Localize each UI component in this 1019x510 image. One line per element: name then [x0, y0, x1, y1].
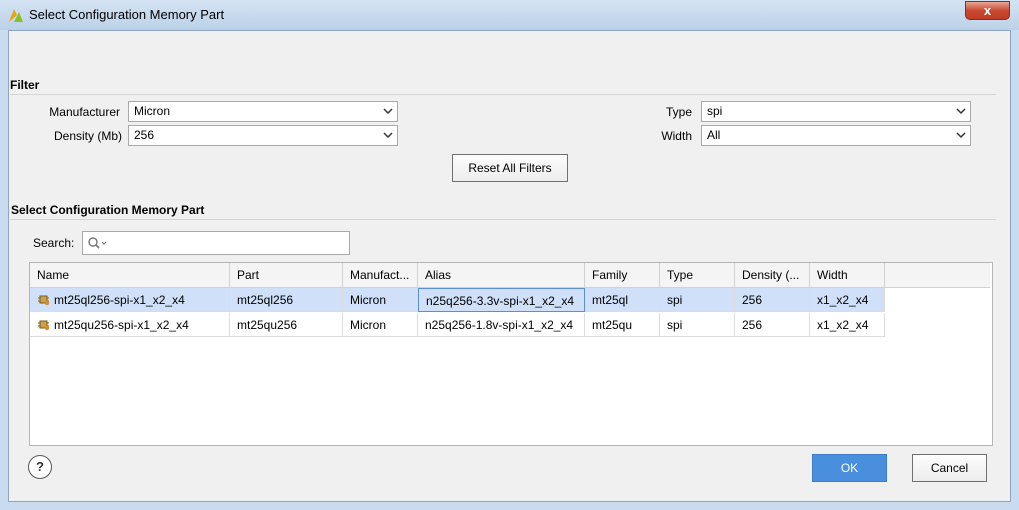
type-select[interactable]: spi — [701, 101, 971, 122]
chip-icon — [38, 295, 50, 306]
manufacturer-value: Micron — [134, 104, 171, 118]
width-value: All — [707, 128, 721, 142]
cell-text: x1_x2_x4 — [817, 318, 869, 332]
close-button[interactable]: x — [965, 1, 1010, 20]
parts-section-title: Select Configuration Memory Part — [11, 203, 205, 217]
table-header-col-density[interactable]: Density (... — [735, 263, 810, 288]
cell-text: mt25qu256-spi-x1_x2_x4 — [54, 318, 189, 332]
table-cell-col-density[interactable]: 256 — [735, 288, 810, 312]
chevron-down-icon — [383, 108, 393, 115]
density-label: Density (Mb) — [53, 129, 122, 143]
table-cell-col-name[interactable]: mt25ql256-spi-x1_x2_x4 — [30, 288, 230, 312]
cell-text: mt25ql256 — [237, 293, 294, 307]
density-select[interactable]: 256 — [128, 125, 398, 146]
help-button[interactable]: ? — [28, 455, 52, 479]
cell-text: x1_x2_x4 — [817, 293, 869, 307]
table-header-col-family[interactable]: Family — [585, 263, 660, 288]
cell-text: mt25qu256 — [237, 318, 298, 332]
table-header-col-width[interactable]: Width — [810, 263, 885, 288]
manufacturer-label: Manufacturer — [49, 105, 120, 119]
cell-text: n25q256-1.8v-spi-x1_x2_x4 — [425, 318, 574, 332]
search-label: Search: — [33, 236, 75, 250]
search-icon — [88, 237, 107, 249]
table-cell-col-width[interactable]: x1_x2_x4 — [810, 313, 885, 337]
table-row[interactable]: mt25ql256-spi-x1_x2_x4 mt25ql256 Micron n25… — [30, 288, 885, 312]
cell-text: spi — [667, 318, 683, 332]
cell-text: mt25qu — [592, 318, 633, 332]
filter-divider — [10, 94, 996, 95]
table-cell-col-name[interactable]: mt25qu256-spi-x1_x2_x4 — [30, 313, 230, 337]
type-label: Type — [665, 105, 692, 119]
search-input[interactable] — [82, 231, 350, 255]
cell-text: spi — [667, 293, 683, 307]
cell-text: mt25ql256-spi-x1_x2_x4 — [54, 293, 185, 307]
table-cell-col-type[interactable]: spi — [660, 313, 735, 337]
table-header-col-name[interactable]: Name — [30, 263, 230, 288]
table-cell-col-type[interactable]: spi — [660, 288, 735, 312]
cell-text: Micron — [350, 293, 387, 307]
reset-filters-button[interactable]: Reset All Filters — [452, 154, 568, 182]
cell-text: mt25ql — [592, 293, 629, 307]
chevron-down-icon — [956, 108, 966, 115]
table-header-col-manufacturer[interactable]: Manufact... — [343, 263, 418, 288]
type-value: spi — [707, 104, 723, 118]
table-cell-col-manufacturer[interactable]: Micron — [343, 288, 418, 312]
table-cell-col-family[interactable]: mt25ql — [585, 288, 660, 312]
table-cell-col-density[interactable]: 256 — [735, 313, 810, 337]
title-bar: Select Configuration Memory Part x — [0, 0, 1019, 30]
table-cell-col-part[interactable]: mt25qu256 — [230, 313, 343, 337]
cell-text: Micron — [350, 318, 387, 332]
cell-text: n25q256-3.3v-spi-x1_x2_x4 — [426, 294, 575, 308]
window-title: Select Configuration Memory Part — [29, 7, 225, 22]
table-cell-col-width[interactable]: x1_x2_x4 — [810, 288, 885, 312]
ok-button[interactable]: OK — [812, 454, 887, 482]
table-cell-col-manufacturer[interactable]: Micron — [343, 313, 418, 337]
table-row[interactable]: mt25qu256-spi-x1_x2_x4 mt25qu256 Micron n25… — [30, 313, 885, 337]
table-header-col-alias[interactable]: Alias — [418, 263, 585, 288]
parts-divider — [10, 219, 996, 220]
width-select[interactable]: All — [701, 125, 971, 146]
density-value: 256 — [134, 128, 155, 142]
vivado-logo-icon — [9, 9, 23, 22]
table-header-col-type[interactable]: Type — [660, 263, 735, 288]
table-cell-col-alias[interactable]: n25q256-1.8v-spi-x1_x2_x4 — [418, 313, 585, 337]
table-cell-col-alias[interactable]: n25q256-3.3v-spi-x1_x2_x4 — [418, 288, 585, 312]
manufacturer-select[interactable]: Micron — [128, 101, 398, 122]
width-label: Width — [661, 129, 692, 143]
chevron-down-icon — [383, 132, 393, 139]
chip-icon — [38, 320, 50, 331]
chevron-down-icon — [956, 132, 966, 139]
cell-text: 256 — [742, 293, 763, 307]
cell-text: 256 — [742, 318, 763, 332]
cancel-button[interactable]: Cancel — [912, 454, 987, 482]
table-header-col-part[interactable]: Part — [230, 263, 343, 288]
filter-section-title: Filter — [10, 78, 40, 92]
table-cell-col-family[interactable]: mt25qu — [585, 313, 660, 337]
table-cell-col-part[interactable]: mt25ql256 — [230, 288, 343, 312]
